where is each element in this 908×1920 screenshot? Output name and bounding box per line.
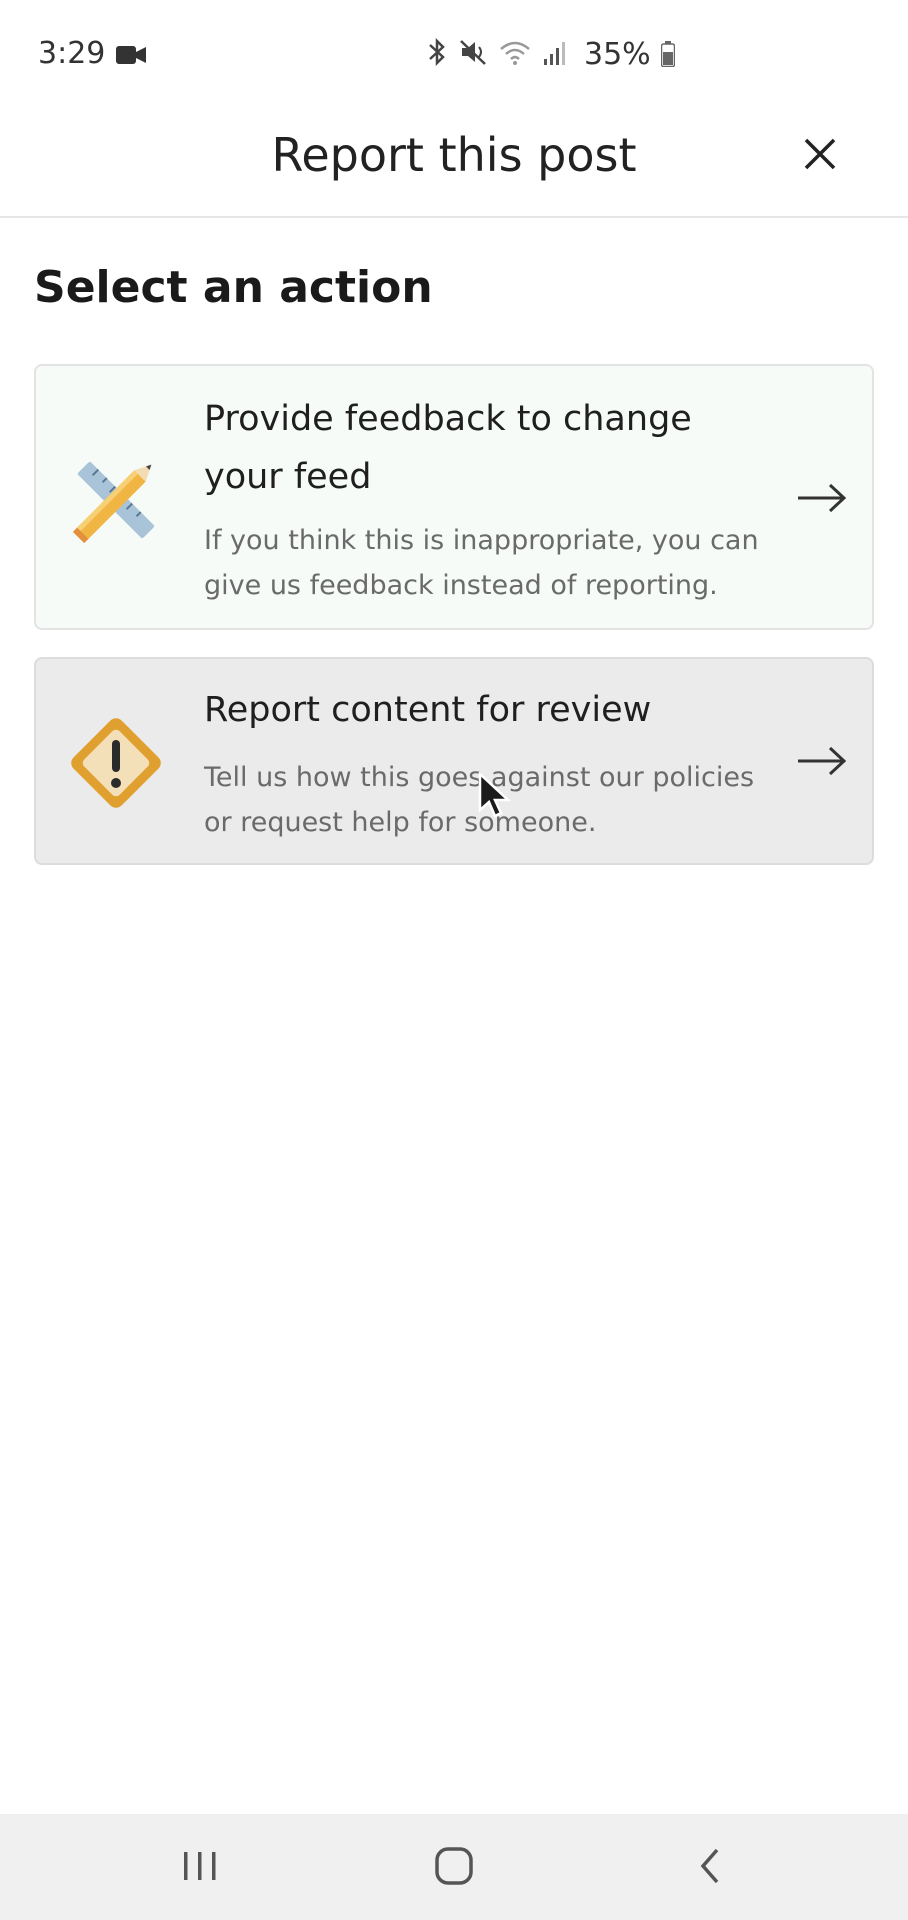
header: Report this post [0, 110, 908, 218]
wifi-icon [498, 37, 532, 71]
status-time: 3:29 [38, 36, 106, 71]
battery-percentage: 35% [584, 36, 651, 72]
video-camera-icon [116, 45, 146, 65]
arrow-right-icon [796, 482, 848, 514]
signal-icon [542, 37, 568, 71]
report-option-description: Tell us how this goes against our polici… [204, 762, 755, 838]
report-option-card[interactable]: Report content for review Tell us how th… [34, 657, 874, 865]
navigation-bar [0, 1814, 908, 1920]
recents-button[interactable] [170, 1838, 230, 1894]
close-button[interactable] [796, 130, 844, 178]
status-bar: 3:29 35% [0, 0, 908, 110]
feedback-option-card[interactable]: Provide feedback to change your feed If … [34, 364, 874, 630]
battery-icon [660, 41, 675, 68]
back-icon [700, 1848, 719, 1884]
feedback-option-description: If you think this is inappropriate, you … [204, 525, 759, 601]
feedback-option-title: Provide feedback to change your feed [204, 399, 692, 497]
page-title: Report this post [271, 128, 637, 182]
report-option-title: Report content for review [204, 690, 652, 730]
home-button[interactable] [424, 1838, 484, 1894]
bluetooth-icon [426, 37, 448, 71]
home-icon [435, 1847, 473, 1885]
close-icon [804, 138, 836, 170]
section-title: Select an action [34, 262, 433, 313]
pencil-ruler-icon [60, 444, 172, 556]
back-button[interactable] [680, 1838, 740, 1894]
warning-diamond-icon [60, 707, 172, 819]
mute-icon [458, 37, 488, 71]
arrow-right-icon [796, 745, 848, 777]
status-icons: 35% [426, 36, 675, 72]
recents-icon [184, 1852, 216, 1880]
